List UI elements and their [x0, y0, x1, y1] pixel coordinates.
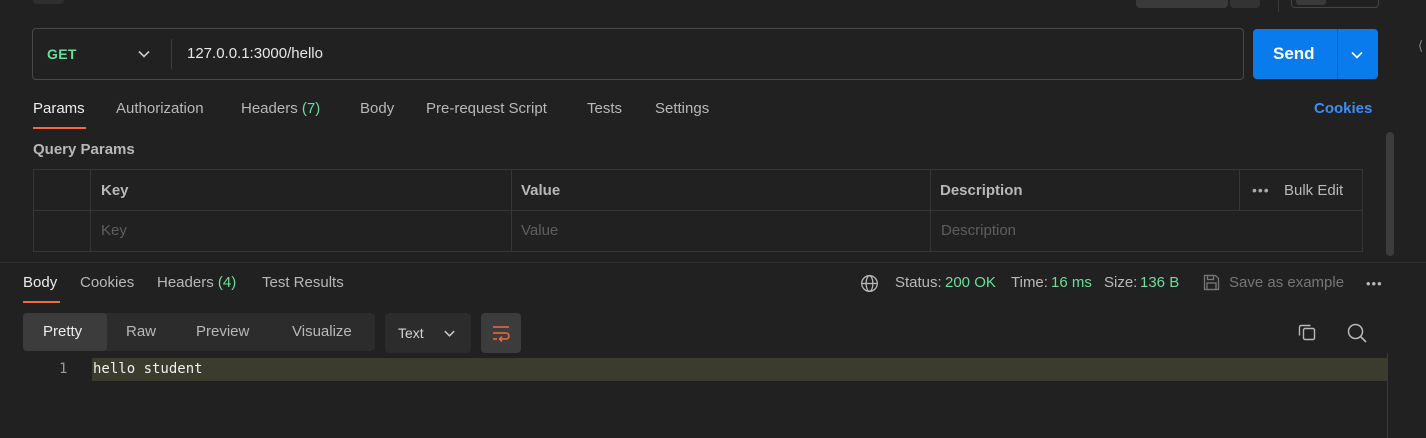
view-mode-group: Pretty Raw Preview Visualize [23, 313, 375, 351]
toolbar-button[interactable] [1136, 0, 1228, 8]
tab-headers-count: (7) [301, 100, 321, 117]
url-bar: GET 127.0.0.1:3000/hello [32, 28, 1244, 80]
cookies-link[interactable]: Cookies [1314, 100, 1372, 117]
chevron-down-icon [444, 330, 455, 337]
view-mode-raw[interactable]: Raw [126, 323, 156, 340]
params-scrollbar[interactable] [1386, 132, 1394, 256]
save-icon[interactable] [1202, 273, 1221, 292]
query-params-title: Query Params [33, 141, 135, 158]
format-select[interactable]: Text [385, 313, 471, 353]
response-tab-cookies[interactable]: Cookies [80, 274, 134, 291]
status-label: Status: [895, 274, 942, 291]
more-icon[interactable]: ••• [1366, 276, 1383, 291]
table-divider [1239, 170, 1240, 210]
response-tab-body[interactable]: Body [23, 274, 57, 291]
response-tab-headers[interactable]: Headers (4) [157, 274, 236, 291]
search-icon[interactable] [1346, 322, 1368, 344]
response-body-text[interactable]: hello student [93, 361, 203, 377]
response-tab-headers-label: Headers [157, 274, 214, 291]
chevron-down-icon[interactable] [137, 47, 151, 61]
param-value-input[interactable]: Value [521, 222, 558, 239]
table-row-divider [34, 210, 1362, 211]
panel-divider[interactable] [0, 262, 1426, 263]
url-separator [171, 39, 172, 69]
bulk-edit-link[interactable]: Bulk Edit [1284, 182, 1343, 199]
send-button[interactable]: Send [1253, 29, 1378, 79]
status-value[interactable]: 200 OK [945, 274, 996, 291]
url-input[interactable]: 127.0.0.1:3000/hello [187, 45, 323, 62]
view-mode-pretty[interactable]: Pretty [43, 323, 82, 340]
toolbar-divider [1278, 0, 1279, 12]
send-label: Send [1273, 44, 1315, 63]
globe-icon[interactable] [860, 274, 879, 293]
column-header-description: Description [940, 182, 1023, 199]
column-header-key: Key [101, 182, 129, 199]
time-value[interactable]: 16 ms [1051, 274, 1092, 291]
param-description-input[interactable]: Description [941, 222, 1016, 239]
tab-authorization[interactable]: Authorization [116, 100, 204, 117]
time-label: Time: [1011, 274, 1048, 291]
tab-tests[interactable]: Tests [587, 100, 622, 117]
query-params-table: Key Value Description ••• Bulk Edit Key … [33, 169, 1363, 252]
tab-params[interactable]: Params [33, 100, 85, 117]
tab-headers[interactable]: Headers (7) [241, 100, 320, 117]
wrap-lines-icon [493, 326, 510, 342]
save-as-example-button[interactable]: Save as example [1229, 274, 1344, 291]
chevron-down-icon[interactable] [1350, 48, 1364, 62]
copy-icon[interactable] [1297, 322, 1317, 342]
view-mode-preview[interactable]: Preview [196, 323, 249, 340]
param-key-input[interactable]: Key [101, 222, 127, 239]
editor-scrollbar[interactable] [1387, 353, 1388, 438]
toolbar-toggle[interactable] [1291, 0, 1379, 8]
tab-active-indicator [33, 127, 86, 129]
size-value[interactable]: 136 B [1140, 274, 1179, 291]
highlighted-line [92, 358, 1388, 381]
response-tab-active-indicator [23, 301, 60, 303]
view-mode-visualize[interactable]: Visualize [292, 323, 352, 340]
line-number: 1 [59, 361, 68, 377]
size-label: Size: [1104, 274, 1138, 291]
column-header-value: Value [521, 182, 561, 199]
tab-body[interactable]: Body [360, 100, 394, 117]
toolbar-button-secondary[interactable] [1230, 0, 1260, 8]
toolbar-stub [33, 0, 64, 4]
tab-headers-label: Headers [241, 100, 298, 117]
response-tab-headers-count: (4) [217, 274, 237, 291]
response-tab-test-results[interactable]: Test Results [262, 274, 344, 291]
wrap-lines-button[interactable] [481, 313, 521, 353]
tab-settings[interactable]: Settings [655, 100, 709, 117]
send-separator [1337, 29, 1338, 79]
tab-prerequest-script[interactable]: Pre-request Script [426, 100, 547, 117]
side-panel-icon[interactable]: ⟨ [1418, 38, 1423, 54]
format-select-label: Text [398, 325, 424, 341]
method-select[interactable]: GET [47, 46, 77, 62]
more-icon[interactable]: ••• [1252, 182, 1270, 198]
